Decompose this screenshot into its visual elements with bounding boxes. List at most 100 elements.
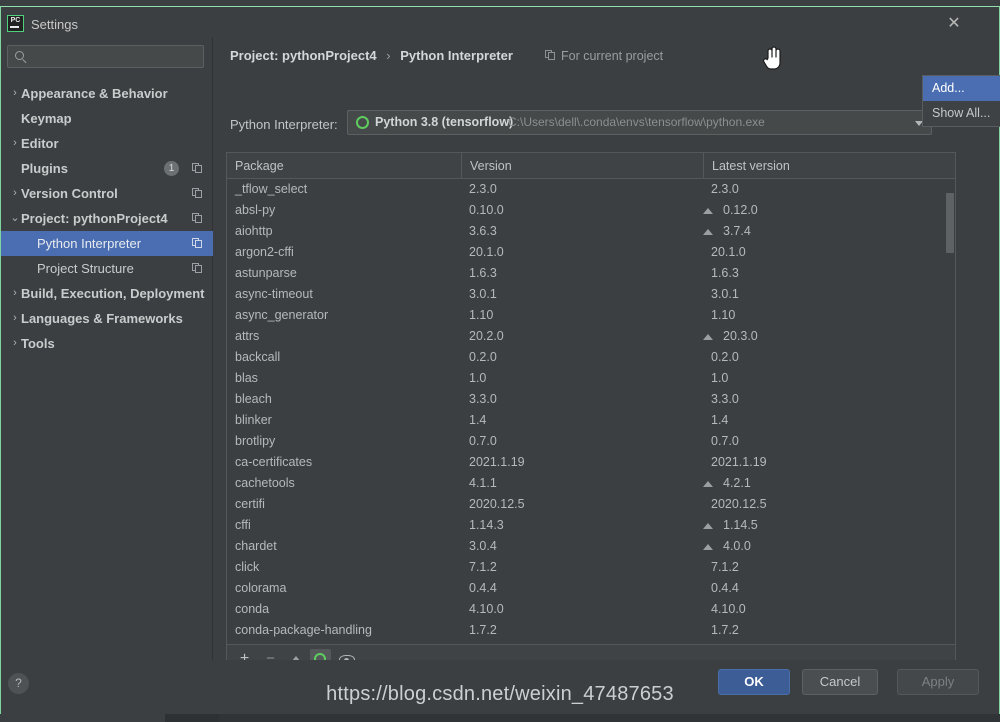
- sidebar-item-version-control[interactable]: ›Version Control: [1, 181, 213, 206]
- expand-chevron-icon[interactable]: ›: [9, 331, 21, 356]
- expand-chevron-icon[interactable]: ›: [9, 181, 21, 206]
- table-row[interactable]: argon2-cffi20.1.020.1.0: [227, 242, 955, 263]
- menu-item-add[interactable]: Add...: [923, 76, 1000, 101]
- latest-version-text: 4.0.0: [723, 539, 751, 553]
- cell-package: async-timeout: [235, 284, 461, 305]
- table-row[interactable]: certifi2020.12.52020.12.5: [227, 494, 955, 515]
- table-row[interactable]: attrs20.2.020.3.0: [227, 326, 955, 347]
- table-row[interactable]: ca-certificates2021.1.192021.1.19: [227, 452, 955, 473]
- column-header-version[interactable]: Version: [461, 153, 703, 179]
- cell-package: certifi: [235, 494, 461, 515]
- cell-version: 1.10: [469, 305, 699, 326]
- sidebar-item-label: Python Interpreter: [37, 231, 141, 256]
- package-table: Package Version Latest version _tflow_se…: [226, 152, 956, 673]
- breadcrumb-leaf: Python Interpreter: [400, 48, 513, 63]
- latest-version-text: 20.3.0: [723, 329, 758, 343]
- table-row[interactable]: click7.1.27.1.2: [227, 557, 955, 578]
- sidebar-item-tools[interactable]: ›Tools: [1, 331, 213, 356]
- cell-version: 1.4: [469, 410, 699, 431]
- cell-package: colorama: [235, 578, 461, 599]
- cell-package: blinker: [235, 410, 461, 431]
- cell-latest-version: 7.1.2: [711, 557, 941, 578]
- watermark-text: https://blog.csdn.net/weixin_47487653: [0, 683, 1000, 706]
- latest-version-text: 4.2.1: [723, 476, 751, 490]
- cell-package: cffi: [235, 515, 461, 536]
- cell-version: 1.0: [469, 368, 699, 389]
- search-input[interactable]: [7, 45, 204, 68]
- sidebar-item-project-structure[interactable]: Project Structure: [1, 256, 213, 281]
- interpreter-select[interactable]: Python 3.8 (tensorflow) C:\Users\dell\.c…: [347, 110, 932, 135]
- sidebar-item-label: Languages & Frameworks: [21, 306, 183, 331]
- table-row[interactable]: chardet 3.0.4 4.0.0: [227, 536, 955, 557]
- cell-version: 2.3.0: [469, 179, 699, 200]
- sidebar-item-project-pythonproject4[interactable]: ⌄Project: pythonProject4: [1, 206, 213, 231]
- sidebar-item-languages-frameworks[interactable]: ›Languages & Frameworks: [1, 306, 213, 331]
- close-icon[interactable]: ✕: [943, 13, 965, 35]
- cell-latest-version: 0.2.0: [711, 347, 941, 368]
- menu-item-show-all[interactable]: Show All...: [923, 101, 1000, 126]
- cell-latest-version: 0.7.0: [711, 431, 941, 452]
- for-current-project-text: For current project: [561, 49, 663, 63]
- sidebar-item-label: Keymap: [21, 106, 72, 131]
- column-header-package[interactable]: Package: [227, 153, 461, 179]
- cell-package: blas: [235, 368, 461, 389]
- copy-icon: [545, 50, 556, 61]
- expand-chevron-icon[interactable]: ›: [9, 306, 21, 331]
- table-row[interactable]: aiohttp3.6.33.7.4: [227, 221, 955, 242]
- scrollbar-thumb[interactable]: [946, 193, 954, 253]
- cell-package: click: [235, 557, 461, 578]
- sidebar-item-appearance-behavior[interactable]: ›Appearance & Behavior: [1, 81, 213, 106]
- table-scrollbar[interactable]: [944, 179, 955, 644]
- cell-latest-version: 2020.12.5: [711, 494, 941, 515]
- table-row[interactable]: backcall0.2.00.2.0: [227, 347, 955, 368]
- table-row[interactable]: cffi1.14.31.14.5: [227, 515, 955, 536]
- breadcrumb-root[interactable]: Project: pythonProject4: [230, 48, 377, 63]
- cell-package: brotlipy: [235, 431, 461, 452]
- sidebar-item-label: Appearance & Behavior: [21, 81, 168, 106]
- expand-chevron-icon[interactable]: ›: [9, 81, 21, 106]
- expand-chevron-icon[interactable]: ›: [9, 281, 21, 306]
- window-title: Settings: [31, 17, 78, 32]
- latest-version-text: 1.14.5: [723, 518, 758, 532]
- copy-icon: [192, 238, 203, 249]
- table-row[interactable]: astunparse1.6.31.6.3: [227, 263, 955, 284]
- cell-version: 20.2.0: [469, 326, 699, 347]
- cell-version: 0.2.0: [469, 347, 699, 368]
- table-row[interactable]: cachetools4.1.14.2.1: [227, 473, 955, 494]
- cell-package: aiohttp: [235, 221, 461, 242]
- table-row[interactable]: absl-py0.10.00.12.0: [227, 200, 955, 221]
- search-field-wrapper[interactable]: [7, 45, 204, 68]
- pycharm-icon: PC: [7, 15, 24, 32]
- interpreter-label: Python Interpreter:: [230, 117, 338, 132]
- cell-package: chardet: [235, 536, 461, 557]
- table-row[interactable]: async-timeout3.0.13.0.1: [227, 284, 955, 305]
- table-row[interactable]: brotlipy0.7.00.7.0: [227, 431, 955, 452]
- table-row[interactable]: blinker1.41.4: [227, 410, 955, 431]
- sidebar-item-plugins[interactable]: ›Plugins1: [1, 156, 213, 181]
- table-row[interactable]: _tflow_select2.3.02.3.0: [227, 179, 955, 200]
- table-row[interactable]: conda4.10.04.10.0: [227, 599, 955, 620]
- taskbar: [0, 714, 1000, 722]
- cell-version: 0.4.4: [469, 578, 699, 599]
- cell-latest-version: 2021.1.19: [711, 452, 941, 473]
- cell-latest-version: 1.0: [711, 368, 941, 389]
- column-header-latest-version[interactable]: Latest version: [703, 153, 955, 179]
- table-row[interactable]: async_generator1.101.10: [227, 305, 955, 326]
- expand-chevron-icon[interactable]: ›: [9, 131, 21, 156]
- upgrade-arrow-icon: [703, 481, 713, 487]
- sidebar-item-python-interpreter[interactable]: Python Interpreter: [1, 231, 213, 256]
- cell-latest-version: 3.7.4: [699, 221, 929, 242]
- cell-version: 3.0.4: [469, 536, 699, 557]
- cell-latest-version: 4.10.0: [711, 599, 941, 620]
- table-row[interactable]: bleach3.3.03.3.0: [227, 389, 955, 410]
- cell-latest-version: 4.0.0: [699, 536, 929, 557]
- expand-chevron-icon[interactable]: ⌄: [9, 206, 21, 231]
- sidebar-item-build-execution-deployment[interactable]: ›Build, Execution, Deployment: [1, 281, 213, 306]
- table-row[interactable]: blas 1.0 1.0: [227, 368, 955, 389]
- cell-version: 20.1.0: [469, 242, 699, 263]
- sidebar-item-keymap[interactable]: ›Keymap: [1, 106, 213, 131]
- table-row[interactable]: colorama0.4.40.4.4: [227, 578, 955, 599]
- table-row[interactable]: conda-package-handling1.7.21.7.2: [227, 620, 955, 641]
- sidebar-item-label: Plugins: [21, 156, 68, 181]
- sidebar-item-editor[interactable]: ›Editor: [1, 131, 213, 156]
